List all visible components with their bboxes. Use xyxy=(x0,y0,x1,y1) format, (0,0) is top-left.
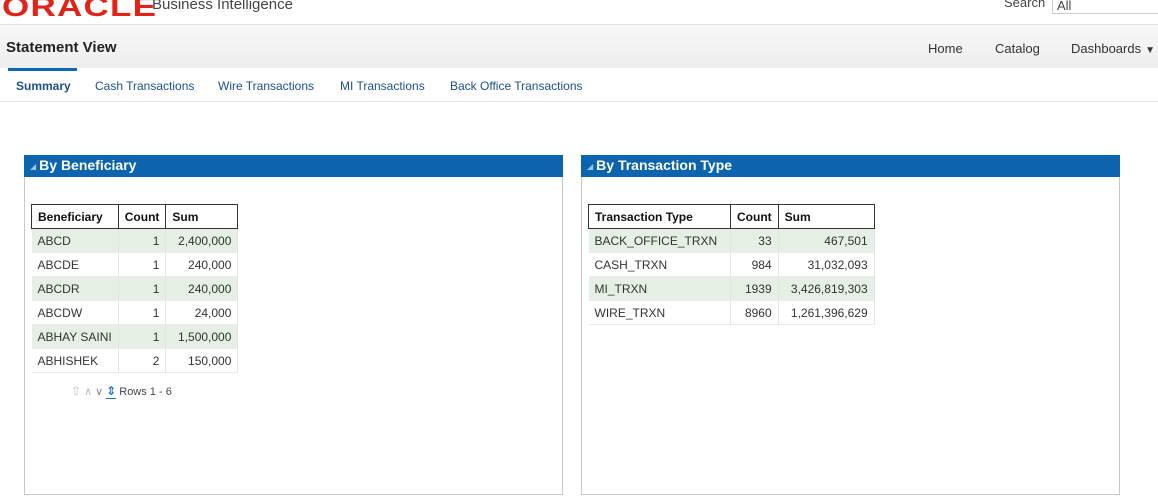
sum-cell: 150,000 xyxy=(165,348,239,373)
table-pager: ⇧ ∧ ∨ ⇕ Rows 1 - 6 xyxy=(71,384,175,399)
beneficiary-panel-header[interactable]: ◢ By Beneficiary xyxy=(24,155,563,177)
next-rows-icon[interactable]: ∨ xyxy=(95,385,103,398)
transaction-type-panel: ◢ By Transaction Type Transaction Type Co… xyxy=(581,155,1120,495)
table-header-row: Transaction Type Count Sum xyxy=(588,204,875,229)
tab-summary[interactable]: Summary xyxy=(8,68,77,102)
sum-cell: 2,400,000 xyxy=(165,228,239,253)
transaction-type-cell: CASH_TRXN xyxy=(588,252,731,277)
count-cell: 1 xyxy=(118,228,167,253)
count-cell: 33 xyxy=(730,228,779,253)
rows-range-label: Rows 1 - 6 xyxy=(119,386,172,398)
count-cell: 1 xyxy=(118,276,167,301)
page-title: Statement View xyxy=(6,39,117,56)
count-cell: 984 xyxy=(730,252,779,277)
table-row: ABHISHEK 2 150,000 xyxy=(31,348,239,373)
count-cell: 2 xyxy=(118,348,167,373)
dashboard-tabs: Summary Cash Transactions Wire Transacti… xyxy=(0,68,1158,102)
beneficiary-table: Beneficiary Count Sum ABCD 1 2,400,000 A… xyxy=(31,204,239,373)
count-cell: 1 xyxy=(118,300,167,325)
column-header-count[interactable]: Count xyxy=(117,204,167,229)
table-row: CASH_TRXN 984 31,032,093 xyxy=(588,252,875,277)
caret-down-icon: ▼ xyxy=(1145,45,1156,56)
table-row: BACK_OFFICE_TRXN 33 467,501 xyxy=(588,228,875,253)
brand-bar: ORACLE Business Intelligence Search All xyxy=(0,0,1158,24)
beneficiary-cell: ABCD xyxy=(31,228,119,253)
collapse-triangle-icon[interactable]: ◢ xyxy=(30,162,36,171)
nav-catalog-link[interactable]: Catalog xyxy=(995,41,1040,56)
count-cell: 1 xyxy=(118,252,167,277)
transaction-type-table: Transaction Type Count Sum BACK_OFFICE_T… xyxy=(588,204,875,325)
column-header-count[interactable]: Count xyxy=(730,204,779,229)
table-row: MI_TRXN 1939 3,426,819,303 xyxy=(588,276,875,301)
oracle-logo: ORACLE xyxy=(2,0,158,22)
beneficiary-cell: ABCDW xyxy=(31,300,119,325)
tab-cash-transactions[interactable]: Cash Transactions xyxy=(95,68,194,102)
column-header-sum[interactable]: Sum xyxy=(777,204,875,229)
sum-cell: 1,261,396,629 xyxy=(778,300,875,325)
tab-mi-transactions[interactable]: MI Transactions xyxy=(340,68,425,102)
table-row: ABCDR 1 240,000 xyxy=(31,276,239,301)
sum-cell: 467,501 xyxy=(778,228,875,253)
beneficiary-cell: ABCDR xyxy=(31,276,119,301)
beneficiary-cell: ABHAY SAINI xyxy=(31,324,119,349)
table-header-row: Beneficiary Count Sum xyxy=(31,204,239,229)
sum-cell: 1,500,000 xyxy=(165,324,239,349)
count-cell: 1 xyxy=(118,324,167,349)
count-cell: 1939 xyxy=(730,276,779,301)
column-header-beneficiary[interactable]: Beneficiary xyxy=(31,204,119,229)
beneficiary-panel-title: By Beneficiary xyxy=(39,157,137,173)
collapse-triangle-icon[interactable]: ◢ xyxy=(587,162,593,171)
nav-home-link[interactable]: Home xyxy=(928,41,963,56)
tab-back-office-transactions[interactable]: Back Office Transactions xyxy=(450,68,583,102)
beneficiary-cell: ABCDE xyxy=(31,252,119,277)
page-header: Statement View Home Catalog Dashboards ▼ xyxy=(0,24,1158,68)
table-row: ABCD 1 2,400,000 xyxy=(31,228,239,253)
show-all-rows-icon[interactable]: ⇕ xyxy=(106,384,117,399)
table-row: ABCDW 1 24,000 xyxy=(31,300,239,325)
transaction-type-cell: BACK_OFFICE_TRXN xyxy=(588,228,731,253)
nav-dashboards-menu[interactable]: Dashboards ▼ xyxy=(1071,41,1155,56)
beneficiary-cell: ABHISHEK xyxy=(31,348,119,373)
sum-cell: 31,032,093 xyxy=(778,252,875,277)
search-label: Search xyxy=(1004,0,1046,10)
transaction-type-cell: WIRE_TRXN xyxy=(588,300,731,325)
first-page-icon[interactable]: ⇧ xyxy=(71,384,81,398)
table-row: ABHAY SAINI 1 1,500,000 xyxy=(31,324,239,349)
transaction-type-panel-title: By Transaction Type xyxy=(596,157,733,173)
column-header-sum[interactable]: Sum xyxy=(165,204,239,229)
sum-cell: 240,000 xyxy=(165,276,239,301)
previous-rows-icon[interactable]: ∧ xyxy=(84,385,92,398)
sum-cell: 3,426,819,303 xyxy=(778,276,875,301)
table-row: ABCDE 1 240,000 xyxy=(31,252,239,277)
transaction-type-cell: MI_TRXN xyxy=(588,276,731,301)
product-name: Business Intelligence xyxy=(152,0,293,13)
tab-wire-transactions[interactable]: Wire Transactions xyxy=(218,68,314,102)
column-header-transaction-type[interactable]: Transaction Type xyxy=(588,204,731,229)
search-scope-select[interactable]: All xyxy=(1052,0,1158,14)
table-row: WIRE_TRXN 8960 1,261,396,629 xyxy=(588,300,875,325)
count-cell: 8960 xyxy=(730,300,779,325)
sum-cell: 240,000 xyxy=(165,252,239,277)
beneficiary-panel: ◢ By Beneficiary Beneficiary Count Sum AB… xyxy=(24,155,563,495)
nav-dashboards-label: Dashboards xyxy=(1071,41,1142,56)
sum-cell: 24,000 xyxy=(165,300,239,325)
transaction-type-panel-header[interactable]: ◢ By Transaction Type xyxy=(581,155,1120,177)
